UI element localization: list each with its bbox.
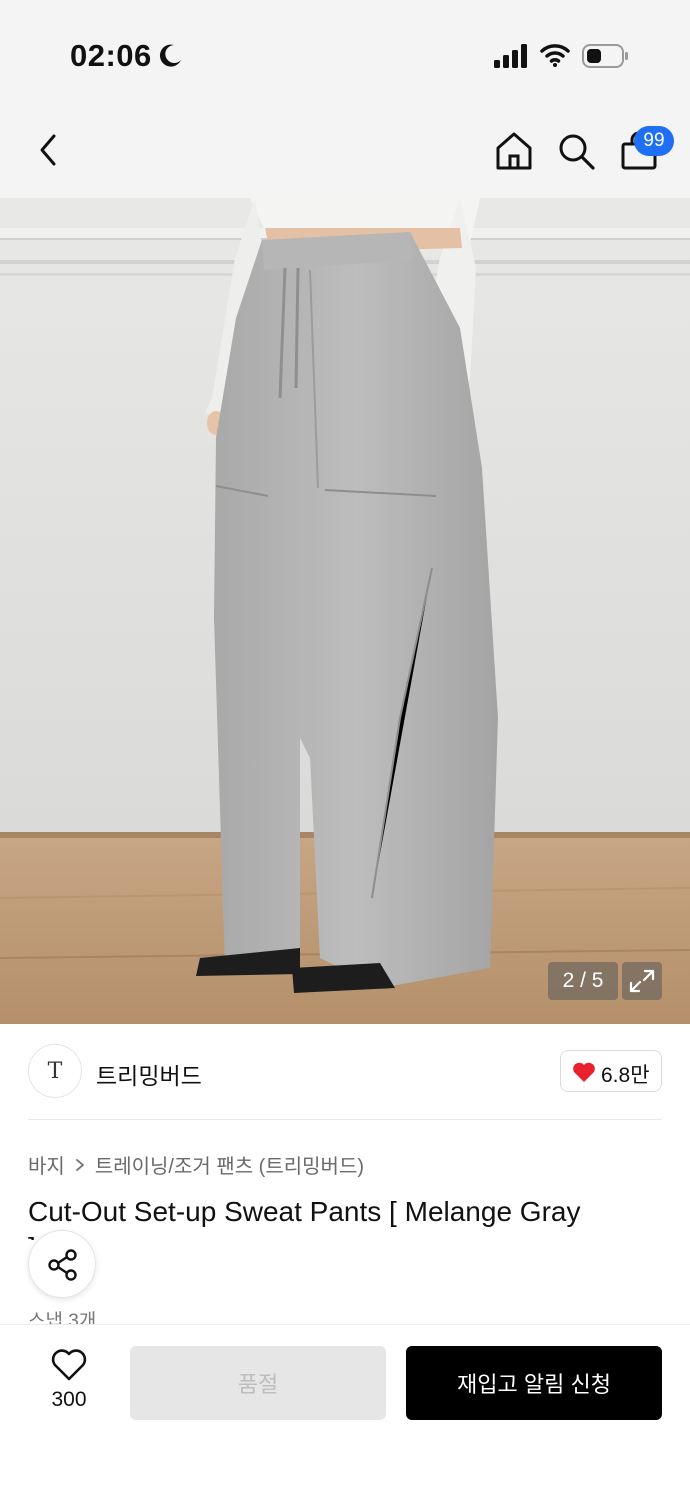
heart-icon: [573, 1062, 595, 1082]
image-counter: 2 / 5: [548, 962, 618, 1000]
brand-like-button[interactable]: 6.8만: [560, 1050, 662, 1092]
top-nav-bar: [0, 100, 690, 198]
share-icon: [48, 1249, 77, 1281]
home-icon[interactable]: [494, 130, 534, 172]
brand-like-count: 6.8만: [601, 1064, 650, 1087]
search-icon[interactable]: [556, 130, 596, 172]
signal-icon: [494, 44, 527, 68]
brand-name[interactable]: 트리밍버드: [96, 1057, 202, 1091]
moon-icon: [159, 44, 181, 67]
product-title: Cut-Out Set-up Sweat Pants [ Melange Gra…: [28, 1196, 581, 1227]
snap-count[interactable]: 스냅 3개: [28, 1306, 228, 1324]
breadcrumb-subcategory[interactable]: 트레이닝/조거 팬츠 (트리밍버드): [95, 1150, 364, 1179]
status-bar: 02:06: [0, 0, 690, 100]
divider: [28, 1119, 662, 1120]
wishlist-count: 300: [51, 1388, 87, 1411]
product-photo: [0, 198, 690, 1024]
heart-outline-icon: [51, 1349, 87, 1381]
breadcrumb-category[interactable]: 바지: [28, 1150, 65, 1179]
soldout-button[interactable]: 품절: [130, 1346, 386, 1420]
chevron-right-icon: [75, 1158, 84, 1171]
cart-count-badge: 99: [634, 126, 674, 156]
brand-logo[interactable]: T: [28, 1044, 82, 1098]
status-time: 02:06: [70, 38, 152, 73]
wishlist-button[interactable]: 300: [36, 1346, 102, 1418]
share-button[interactable]: [28, 1230, 96, 1298]
product-image-gallery[interactable]: [0, 198, 690, 1024]
expand-icon[interactable]: [622, 962, 662, 1000]
restock-alert-button[interactable]: 재입고 알림 신청: [406, 1346, 662, 1420]
back-icon[interactable]: [30, 130, 68, 170]
battery-icon: [582, 44, 628, 68]
breadcrumb: 바지 트레이닝/조거 팬츠 (트리밍버드): [28, 1150, 364, 1179]
wifi-icon: [540, 44, 570, 67]
